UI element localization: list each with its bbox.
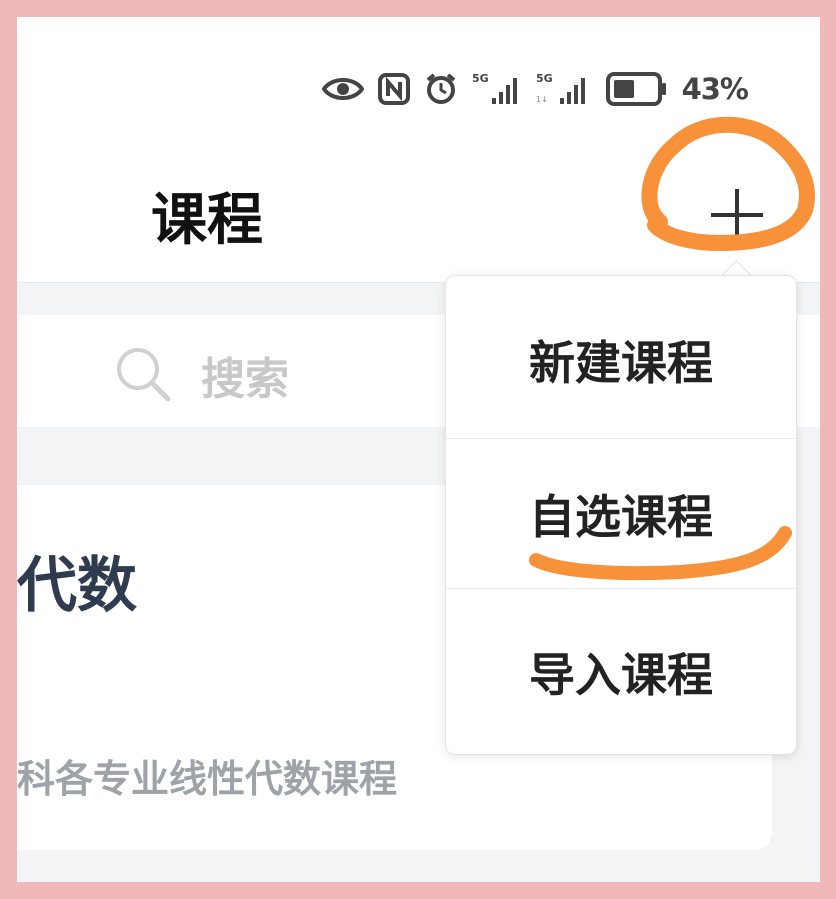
status-bar: 5G 5G 1↓ 43%: [17, 17, 820, 137]
phone-screen: 5G 5G 1↓ 43% 课程 搜索 代数 科各专业线性代数课程 新建课程 自选…: [17, 17, 820, 882]
nfc-icon: [377, 73, 410, 105]
plus-icon: [711, 189, 763, 241]
battery-icon: [605, 72, 666, 106]
search-icon: [117, 348, 171, 402]
signal-5g-icon: 5G 1↓: [536, 72, 585, 104]
signal-5g-icon: 5G: [472, 72, 517, 104]
eye-icon: [321, 78, 364, 100]
course-title: 代数: [17, 551, 137, 621]
page-title: 课程: [151, 188, 263, 253]
page-header: 课程: [17, 137, 820, 283]
svg-text:1↓: 1↓: [536, 95, 548, 104]
svg-text:5G: 5G: [536, 72, 553, 85]
add-course-menu: 新建课程 自选课程 导入课程: [445, 275, 797, 755]
menu-item-select-course[interactable]: 自选课程: [446, 438, 796, 589]
course-description: 科各专业线性代数课程: [17, 757, 398, 801]
status-icons: 5G 5G 1↓ 43%: [321, 69, 749, 109]
alarm-icon: [426, 73, 455, 104]
search-placeholder: 搜索: [201, 354, 289, 405]
svg-text:5G: 5G: [472, 72, 489, 85]
menu-item-import-course[interactable]: 导入课程: [446, 588, 796, 755]
menu-item-new-course[interactable]: 新建课程: [446, 282, 796, 438]
add-course-button[interactable]: [707, 185, 767, 245]
battery-percent: 43%: [681, 72, 749, 106]
